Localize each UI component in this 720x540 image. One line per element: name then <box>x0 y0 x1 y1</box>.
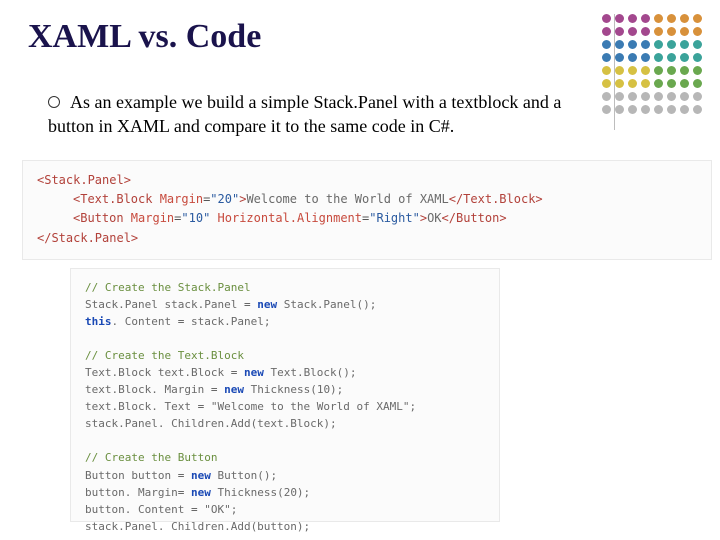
code: stack.Panel. Children.Add(button); <box>85 520 310 533</box>
page-title: XAML vs. Code <box>28 18 261 56</box>
code: // Create the Text.Block <box>85 349 244 362</box>
code: . Content <box>112 315 178 328</box>
bullet-text: As an example we build a simple Stack.Pa… <box>48 92 561 136</box>
code: <Stack.Panel> <box>37 173 131 187</box>
code: <Text.Block <box>73 192 160 206</box>
code: = <box>244 298 257 311</box>
code: "10" <box>181 211 217 225</box>
bullet-icon <box>48 96 60 108</box>
code: new <box>191 469 211 482</box>
code: new <box>224 383 244 396</box>
code: new <box>257 298 277 311</box>
code: Stack.Panel(); <box>277 298 376 311</box>
code: Horizontal.Alignment <box>218 211 363 225</box>
code: = <box>211 383 224 396</box>
code: Stack.Panel stack.Panel <box>85 298 244 311</box>
code: </Stack.Panel> <box>37 231 138 245</box>
code: stack.Panel; <box>184 315 270 328</box>
code: Margin <box>160 192 203 206</box>
code: Thickness(10); <box>244 383 343 396</box>
code: = <box>178 486 191 499</box>
code: = <box>231 366 244 379</box>
code: Text.Block(); <box>264 366 357 379</box>
code: = <box>191 503 198 516</box>
code: > <box>420 211 427 225</box>
code: new <box>244 366 264 379</box>
code: "Right" <box>369 211 420 225</box>
code: Button button <box>85 469 178 482</box>
xaml-code-block: <Stack.Panel> <Text.Block Margin="20">We… <box>22 160 712 260</box>
csharp-code-block: // Create the Stack.Panel Stack.Panel st… <box>70 268 500 522</box>
code: // Create the Stack.Panel <box>85 281 251 294</box>
code: "20" <box>210 192 239 206</box>
code: </Button> <box>442 211 507 225</box>
slide: XAML vs. Code As an example we build a s… <box>0 0 720 540</box>
code: new <box>191 486 211 499</box>
code: Welcome to the World of XAML <box>246 192 448 206</box>
decorative-dots <box>602 14 702 118</box>
code: button. Content <box>85 503 191 516</box>
bullet-item: As an example we build a simple Stack.Pa… <box>48 90 588 139</box>
code: text.Block. Margin <box>85 383 211 396</box>
code: Thickness(20); <box>211 486 310 499</box>
code: text.Block. Text <box>85 400 198 413</box>
code: // Create the Button <box>85 451 217 464</box>
code: "OK"; <box>198 503 238 516</box>
code: </Text.Block> <box>449 192 543 206</box>
code: stack.Panel. Children.Add(text.Block); <box>85 417 337 430</box>
code: OK <box>427 211 441 225</box>
code: <Button <box>73 211 131 225</box>
code: Text.Block text.Block <box>85 366 231 379</box>
code: = <box>178 469 191 482</box>
code: this <box>85 315 112 328</box>
code: button. Margin <box>85 486 178 499</box>
code: Button(); <box>211 469 277 482</box>
code: "Welcome to the World of XAML"; <box>204 400 416 413</box>
code: Margin <box>131 211 174 225</box>
